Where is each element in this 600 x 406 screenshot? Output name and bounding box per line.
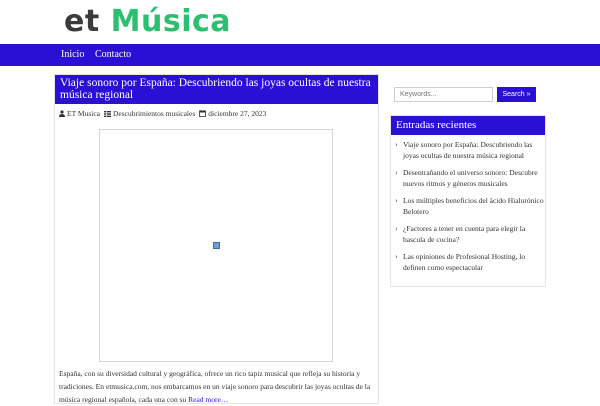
chevron-right-icon: › [395, 252, 398, 261]
recent-post-link[interactable]: Desentrañando el universo sonoro: Descub… [403, 168, 538, 188]
recent-post-item[interactable]: › Viaje sonoro por España: Descubriendo … [394, 140, 544, 161]
chevron-right-icon: › [395, 168, 398, 177]
post-title[interactable]: Viaje sonoro por España: Descubriendo la… [55, 75, 378, 104]
nav-link-contacto[interactable]: Contacto [95, 49, 131, 60]
search-input[interactable] [394, 87, 493, 102]
post-featured-image[interactable] [99, 129, 333, 362]
recent-post-item[interactable]: › Las opiniones de Profesional Hosting, … [394, 252, 544, 273]
recent-post-item[interactable]: › Los múltiples beneficios del ácido Hia… [394, 196, 544, 217]
chevron-right-icon: › [395, 140, 398, 149]
logo-text-et: et [64, 4, 100, 39]
recent-posts-widget: Entradas recientes › Viaje sonoro por Es… [390, 115, 546, 287]
recent-posts-title: Entradas recientes [391, 116, 545, 135]
post-author-name: ET Musica [67, 109, 100, 118]
post-date: diciembre 27, 2023 [199, 109, 266, 118]
chevron-right-icon: › [395, 196, 398, 205]
post-category-name: Descubrimientos musicales [112, 109, 196, 118]
category-icon [103, 110, 111, 117]
post-meta: ET Musica Descubrimientos musicales dici… [59, 109, 270, 118]
search-button[interactable]: Search » [497, 87, 536, 102]
calendar-icon [199, 110, 207, 117]
post-card: Viaje sonoro por España: Descubriendo la… [54, 74, 379, 404]
post-excerpt: España, con su diversidad cultural y geo… [59, 367, 377, 406]
user-icon [59, 110, 65, 117]
recent-post-item[interactable]: › Desentrañando el universo sonoro: Desc… [394, 168, 544, 189]
recent-post-link[interactable]: Viaje sonoro por España: Descubriendo la… [403, 140, 532, 160]
nav-link-inicio[interactable]: Inicio [61, 49, 84, 60]
recent-posts-list: › Viaje sonoro por España: Descubriendo … [394, 140, 544, 280]
recent-post-link[interactable]: ¿Factores a tener en cuenta para elegir … [403, 224, 525, 244]
main-navbar: Inicio Contacto [0, 44, 600, 66]
site-logo[interactable]: et Música [64, 4, 231, 39]
recent-post-link[interactable]: Las opiniones de Profesional Hosting, lo… [403, 252, 525, 272]
recent-post-item[interactable]: › ¿Factores a tener en cuenta para elegi… [394, 224, 544, 245]
logo-text-musica: Música [110, 4, 232, 39]
post-date-text: diciembre 27, 2023 [208, 109, 267, 118]
recent-post-link[interactable]: Los múltiples beneficios del ácido Hialu… [403, 196, 544, 216]
broken-image-icon [213, 242, 220, 249]
chevron-right-icon: › [395, 224, 398, 233]
post-category[interactable]: Descubrimientos musicales [103, 109, 196, 118]
post-author[interactable]: ET Musica [59, 109, 100, 118]
